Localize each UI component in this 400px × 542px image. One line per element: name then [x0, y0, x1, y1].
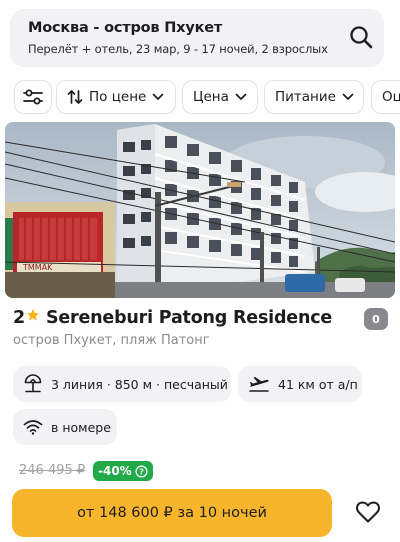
old-price: 246 495 ₽ [19, 463, 86, 478]
search-subtitle: Перелёт + отель, 23 мар, 9 - 17 ночей, 2… [28, 42, 328, 56]
review-score-badge: 0 [364, 308, 388, 330]
discount-value: -40% [98, 464, 132, 478]
filter-bar: По цене Цена Питание Оц [0, 80, 400, 116]
sort-label: По цене [89, 89, 147, 105]
price-filter-label: Цена [193, 89, 229, 105]
airport-distance-text: 41 км от а/п [278, 376, 358, 392]
book-price-button[interactable]: от 148 600 ₽ за 10 ночей [12, 489, 332, 537]
airplane-icon [249, 377, 269, 392]
wifi-icon [23, 420, 43, 435]
beach-info-text: 3 линия · 850 м · песчаный [51, 376, 228, 392]
price-filter-chip[interactable]: Цена [182, 80, 258, 114]
hotel-photo[interactable]: TMMAK [5, 122, 395, 298]
heart-icon[interactable] [355, 500, 381, 524]
meal-filter-label: Питание [275, 89, 336, 105]
hotel-star-count: 2 [13, 308, 25, 328]
wifi-tag: в номере [13, 409, 117, 445]
beach-umbrella-icon [24, 374, 42, 393]
info-icon[interactable]: ? [135, 464, 148, 478]
chevron-down-icon [342, 93, 354, 100]
meal-filter-chip[interactable]: Питание [264, 80, 364, 114]
discount-badge: -40% ? [93, 461, 153, 481]
search-icon[interactable] [348, 24, 374, 50]
hotel-name-row[interactable]: 2 Sereneburi Patong Residence [13, 308, 332, 328]
filter-settings-icon [23, 89, 43, 105]
sort-arrows-icon [67, 90, 83, 104]
chevron-down-icon [235, 93, 247, 100]
search-card[interactable]: Москва - остров Пхукет Перелёт + отель, … [10, 9, 384, 67]
airport-distance-tag: 41 км от а/п [238, 366, 362, 402]
hotel-photo-image: TMMAK [5, 122, 395, 298]
filter-settings-button[interactable] [14, 80, 52, 114]
hotel-name: Sereneburi Patong Residence [45, 308, 333, 328]
hotel-location: остров Пхукет, пляж Патонг [13, 333, 210, 348]
rating-filter-chip[interactable]: Оц [371, 80, 400, 114]
sign-text: TMMAK [22, 263, 53, 272]
search-title: Москва - остров Пхукет [28, 20, 223, 36]
star-icon [27, 309, 39, 321]
rating-filter-label: Оц [382, 89, 400, 105]
beach-info-tag: 3 линия · 850 м · песчаный [13, 366, 231, 402]
chevron-down-icon [152, 93, 164, 100]
wifi-text: в номере [51, 419, 111, 435]
sort-chip[interactable]: По цене [56, 80, 176, 114]
svg-text:?: ? [139, 466, 144, 476]
